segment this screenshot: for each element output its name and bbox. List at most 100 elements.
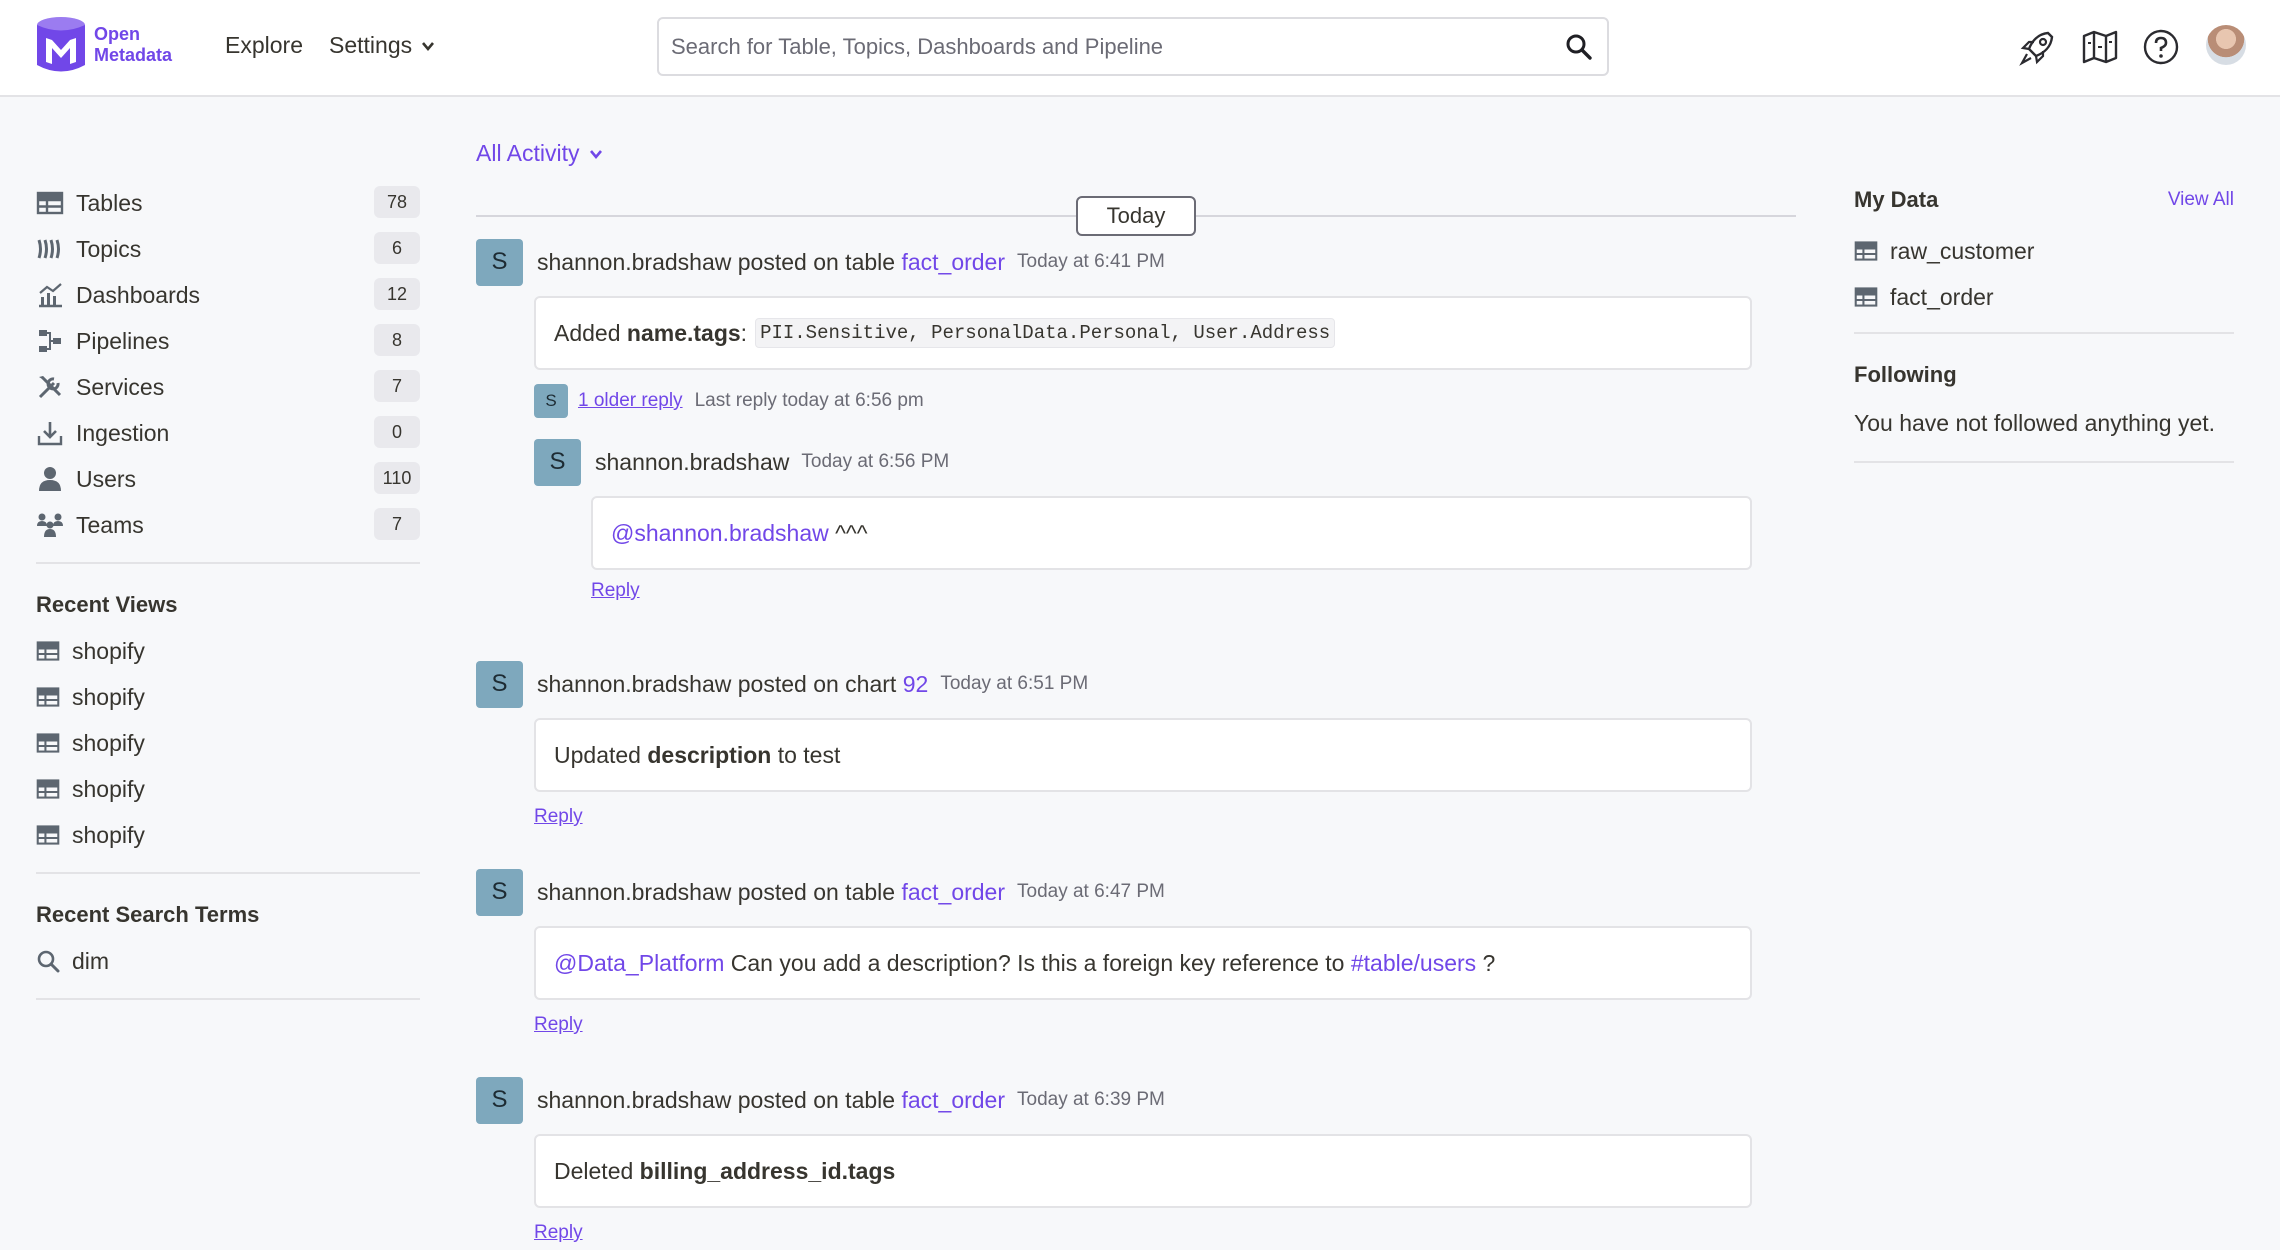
nav-settings[interactable]: Settings — [329, 32, 436, 59]
recent-view-label: shopify — [72, 729, 145, 756]
date-label: Today — [1076, 196, 1196, 236]
avatar[interactable]: S — [476, 660, 523, 708]
post-title: shannon.bradshaw posted on table fact_or… — [537, 879, 1005, 906]
recent-view-item[interactable]: shopify — [36, 720, 420, 766]
post-header: S shannon.bradshaw posted on table fact_… — [476, 868, 1752, 916]
post-author[interactable]: shannon.bradshaw — [537, 671, 731, 697]
post-message: Added name.tags: PII.Sensitive, PersonalD… — [534, 296, 1752, 370]
sidebar-divider — [36, 562, 420, 564]
logo-text-line1: Open — [94, 24, 141, 44]
search-input[interactable] — [659, 19, 1539, 74]
my-data-header: My Data View All — [1854, 180, 2234, 220]
post-action: posted on table — [731, 248, 902, 275]
sidebar-item-label: Tables — [76, 189, 143, 216]
entity-link[interactable]: fact_order — [901, 1087, 1005, 1113]
recent-view-item[interactable]: shopify — [36, 674, 420, 720]
sidebar-item-users[interactable]: Users 110 — [36, 456, 420, 502]
reply-author[interactable]: shannon.bradshaw — [595, 449, 789, 476]
table-icon — [1854, 241, 1878, 261]
right-divider — [1854, 332, 2234, 334]
my-data-item[interactable]: fact_order — [1854, 274, 2234, 320]
sidebar-divider — [36, 872, 420, 874]
teams-icon — [37, 513, 63, 537]
count-badge: 110 — [374, 462, 420, 494]
sidebar-item-label: Topics — [76, 235, 142, 262]
recent-search-list: dim — [36, 938, 420, 984]
avatar[interactable]: S — [476, 238, 523, 286]
post-action: posted on table — [731, 1086, 902, 1113]
following-empty-message: You have not followed anything yet. — [1854, 410, 2216, 436]
rocket-icon[interactable] — [2018, 27, 2058, 67]
post-header: S shannon.bradshaw posted on table fact_… — [476, 1076, 1752, 1124]
recent-view-item[interactable]: shopify — [36, 628, 420, 674]
post-author[interactable]: shannon.bradshaw — [537, 249, 731, 275]
dashboard-icon — [39, 283, 62, 308]
user-avatar[interactable] — [2206, 25, 2246, 65]
reply-link[interactable]: Reply — [534, 1222, 583, 1244]
table-icon — [36, 687, 60, 707]
count-badge: 12 — [374, 278, 420, 310]
mention-link[interactable]: @Data_Platform — [554, 950, 724, 977]
post-timestamp: Today at 6:47 PM — [1017, 881, 1165, 902]
message-field: description — [647, 741, 772, 768]
post-title: shannon.bradshaw posted on table fact_or… — [537, 249, 1005, 276]
feed-post: S shannon.bradshaw posted on table fact_… — [476, 238, 1752, 602]
table-icon — [36, 641, 60, 661]
help-icon[interactable] — [2141, 27, 2181, 67]
entity-link[interactable]: fact_order — [901, 879, 1005, 905]
recent-view-item[interactable]: shopify — [36, 766, 420, 812]
my-data-list: raw_customer fact_order — [1854, 228, 2234, 320]
view-all-link[interactable]: View All — [2168, 189, 2234, 211]
my-data-item[interactable]: raw_customer — [1854, 228, 2234, 274]
post-title: shannon.bradshaw posted on table fact_or… — [537, 1087, 1005, 1114]
search-icon[interactable] — [1565, 33, 1593, 61]
thread-reply: S shannon.bradshaw Today at 6:56 PM @sha… — [534, 438, 1752, 602]
reply-message: @shannon.bradshaw ^^^ — [591, 496, 1752, 570]
reply-link[interactable]: Reply — [534, 1014, 583, 1036]
post-author[interactable]: shannon.bradshaw — [537, 1087, 731, 1113]
map-icon[interactable] — [2080, 27, 2120, 67]
sidebar-item-topics[interactable]: Topics 6 — [36, 226, 420, 272]
avatar[interactable]: S — [534, 438, 581, 486]
avatar[interactable]: S — [476, 868, 523, 916]
sidebar-item-label: Pipelines — [76, 327, 170, 354]
openmetadata-logo[interactable]: Open Metadata — [36, 16, 172, 74]
count-badge: 7 — [374, 370, 420, 402]
count-badge: 7 — [374, 508, 420, 540]
mention-link[interactable]: @shannon.bradshaw — [611, 520, 829, 547]
table-icon — [1854, 287, 1878, 307]
post-author[interactable]: shannon.bradshaw — [537, 879, 731, 905]
sidebar-item-ingestion[interactable]: Ingestion 0 — [36, 410, 420, 456]
feed-post: S shannon.bradshaw posted on table fact_… — [476, 868, 1752, 1036]
sidebar-item-services[interactable]: Services 7 — [36, 364, 420, 410]
reply-text: ^^^ — [828, 519, 868, 546]
my-data-label: raw_customer — [1890, 237, 2035, 264]
message-suffix: : — [740, 319, 748, 346]
reply-link[interactable]: Reply — [591, 580, 640, 602]
message-prefix: Deleted — [554, 1157, 640, 1184]
reply-timestamp: Today at 6:56 PM — [801, 451, 950, 472]
post-title: shannon.bradshaw posted on chart 92 — [537, 671, 928, 698]
sidebar-item-pipelines[interactable]: Pipelines 8 — [36, 318, 420, 364]
left-sidebar: Tables 78 Topics 6 Dashboards 12 Pipelin… — [36, 180, 420, 1000]
recent-search-item[interactable]: dim — [36, 938, 420, 984]
chevron-down-icon — [589, 149, 602, 159]
older-replies-link[interactable]: 1 older reply — [578, 390, 683, 412]
hashtag-link[interactable]: #table/users — [1351, 950, 1476, 977]
logo-text-line2: Metadata — [94, 45, 173, 65]
sidebar-item-tables[interactable]: Tables 78 — [36, 180, 420, 226]
reply-link[interactable]: Reply — [534, 806, 583, 828]
pipeline-icon — [39, 330, 61, 352]
feed-post: S shannon.bradshaw posted on chart 92 To… — [476, 660, 1752, 828]
activity-filter-dropdown[interactable]: All Activity — [476, 140, 604, 167]
sidebar-item-teams[interactable]: Teams 7 — [36, 502, 420, 548]
recent-view-item[interactable]: shopify — [36, 812, 420, 858]
nav-explore[interactable]: Explore — [225, 32, 303, 59]
sidebar-item-dashboards[interactable]: Dashboards 12 — [36, 272, 420, 318]
avatar[interactable]: S — [476, 1076, 523, 1124]
recent-view-label: shopify — [72, 775, 145, 802]
post-action: posted on chart — [731, 670, 903, 697]
entity-link[interactable]: fact_order — [901, 249, 1005, 275]
date-separator: Today — [476, 196, 1796, 236]
entity-link[interactable]: 92 — [903, 671, 929, 697]
